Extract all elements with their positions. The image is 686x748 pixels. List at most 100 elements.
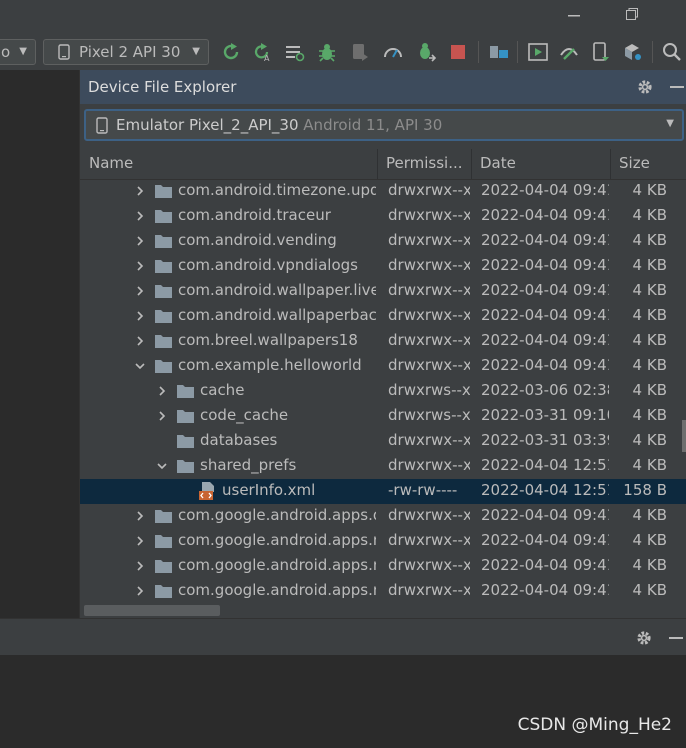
file-permissions: drwxrwx--x bbox=[388, 581, 470, 599]
gear-icon[interactable] bbox=[635, 77, 655, 97]
horizontal-scrollbar-thumb[interactable] bbox=[84, 605, 220, 616]
project-structure-icon[interactable] bbox=[488, 41, 510, 63]
profiler-icon[interactable] bbox=[382, 41, 404, 63]
table-row[interactable]: databases drwxrwx--x 2022-03-31 03:39 4 KB bbox=[80, 429, 686, 454]
restore-icon[interactable] bbox=[620, 6, 644, 26]
file-name: com.google.android.apps.n bbox=[178, 531, 376, 549]
file-permissions: drwxrwx--x bbox=[388, 556, 470, 574]
device-combo-label: Pixel 2 API 30 bbox=[79, 43, 181, 61]
device-manager-icon[interactable] bbox=[621, 41, 643, 63]
hide-panel-icon[interactable] bbox=[670, 86, 684, 88]
file-name: com.google.android.apps.n bbox=[178, 556, 376, 574]
file-permissions: drwxrwx--x bbox=[388, 281, 470, 299]
file-name: userInfo.xml bbox=[222, 481, 316, 499]
file-name: com.android.wallpaperback bbox=[178, 306, 376, 324]
table-row[interactable]: code_cache drwxrws--x 2022-03-31 09:10 4 KB bbox=[80, 404, 686, 429]
column-divider[interactable] bbox=[471, 149, 472, 179]
table-row[interactable]: com.android.vpndialogs drwxrwx--x 2022-04-… bbox=[80, 254, 686, 279]
file-date: 2022-04-04 09:41 bbox=[481, 231, 609, 249]
table-row[interactable]: cache drwxrws--x 2022-03-06 02:38 4 KB bbox=[80, 379, 686, 404]
window-titlebar bbox=[0, 0, 686, 33]
file-size: 4 KB bbox=[632, 531, 667, 549]
gear-icon[interactable] bbox=[634, 628, 654, 648]
sdk-manager-icon[interactable] bbox=[558, 41, 580, 63]
column-header-name[interactable]: Name bbox=[89, 154, 133, 172]
chevron-down-icon: ▼ bbox=[19, 46, 27, 57]
table-row[interactable]: shared_prefs drwxrwx--x 2022-04-04 12:51 4 … bbox=[80, 454, 686, 479]
table-row[interactable]: com.google.android.apps.n drwxrwx--x 2022-… bbox=[80, 579, 686, 603]
phone-icon bbox=[58, 44, 70, 60]
table-row[interactable]: com.android.vending drwxrwx--x 2022-04-04 … bbox=[80, 229, 686, 254]
bottom-panel-header bbox=[0, 618, 686, 656]
table-row[interactable]: com.breel.wallpapers18 drwxrwx--x 2022-04-… bbox=[80, 329, 686, 354]
chevron-right-icon[interactable] bbox=[133, 559, 147, 573]
hide-panel-icon[interactable] bbox=[669, 637, 683, 639]
chevron-right-icon[interactable] bbox=[133, 184, 147, 198]
minimize-icon[interactable] bbox=[562, 6, 586, 26]
debug-icon[interactable] bbox=[316, 41, 338, 63]
search-icon[interactable] bbox=[661, 41, 683, 63]
horizontal-scrollbar[interactable] bbox=[80, 603, 686, 618]
chevron-right-icon[interactable] bbox=[133, 259, 147, 273]
panel-header: Device File Explorer bbox=[80, 70, 686, 104]
table-row[interactable]: com.android.timezone.upda drwxrwx--x 2022-… bbox=[80, 179, 686, 204]
avd-manager-icon[interactable] bbox=[590, 41, 612, 63]
sync-icon[interactable] bbox=[283, 41, 305, 63]
stop-icon[interactable] bbox=[447, 41, 469, 63]
chevron-down-icon: ▼ bbox=[666, 118, 674, 129]
device-selector[interactable]: Emulator Pixel_2_API_30 Android 11, API … bbox=[84, 109, 684, 141]
chevron-right-icon[interactable] bbox=[133, 234, 147, 248]
xml-file-icon bbox=[199, 482, 214, 500]
table-row[interactable]: com.google.android.apps.n drwxrwx--x 2022-… bbox=[80, 529, 686, 554]
folder-icon bbox=[155, 535, 172, 548]
chevron-right-icon[interactable] bbox=[133, 309, 147, 323]
table-row[interactable]: userInfo.xml -rw-rw---- 2022-04-04 12:51 15… bbox=[80, 479, 686, 504]
device-combo[interactable]: Pixel 2 API 30 ▼ bbox=[43, 39, 209, 65]
table-row[interactable]: com.android.traceur drwxrwx--x 2022-04-04 … bbox=[80, 204, 686, 229]
folder-icon bbox=[155, 210, 172, 223]
file-permissions: -rw-rw---- bbox=[388, 481, 458, 499]
column-divider[interactable] bbox=[377, 149, 378, 179]
chevron-right-icon[interactable] bbox=[155, 384, 169, 398]
table-row[interactable]: com.android.wallpaperback drwxrwx--x 2022-… bbox=[80, 304, 686, 329]
vertical-scrollbar-thumb[interactable] bbox=[682, 420, 686, 452]
column-divider[interactable] bbox=[610, 149, 611, 179]
file-permissions: drwxrwx--x bbox=[388, 331, 470, 349]
chevron-right-icon[interactable] bbox=[133, 584, 147, 598]
toolbar-separator bbox=[652, 41, 653, 63]
chevron-right-icon[interactable] bbox=[155, 409, 169, 423]
apply-changes-icon[interactable]: A bbox=[251, 41, 273, 63]
chevron-right-icon[interactable] bbox=[133, 509, 147, 523]
column-header-size[interactable]: Size bbox=[619, 154, 650, 172]
run-config-combo[interactable]: o ▼ bbox=[0, 39, 36, 65]
file-name: com.android.vpndialogs bbox=[178, 256, 358, 274]
chevron-right-icon[interactable] bbox=[133, 284, 147, 298]
column-header-permissions[interactable]: Permissi... bbox=[386, 154, 463, 172]
phone-icon bbox=[96, 117, 108, 134]
column-header-date[interactable]: Date bbox=[480, 154, 516, 172]
file-name: com.android.wallpaper.livep bbox=[178, 281, 376, 299]
file-permissions: drwxrws--x bbox=[388, 381, 470, 399]
chevron-right-icon[interactable] bbox=[133, 534, 147, 548]
main-toolbar: o ▼ Pixel 2 API 30 ▼ A bbox=[0, 33, 686, 70]
file-name: com.android.timezone.upda bbox=[178, 181, 376, 199]
file-permissions: drwxrwx--x bbox=[388, 356, 470, 374]
folder-icon bbox=[155, 560, 172, 573]
rerun-icon[interactable] bbox=[220, 41, 242, 63]
table-row[interactable]: com.google.android.apps.n drwxrwx--x 2022-… bbox=[80, 554, 686, 579]
chevron-right-icon[interactable] bbox=[133, 334, 147, 348]
chevron-down-icon[interactable] bbox=[133, 359, 147, 373]
file-name: databases bbox=[200, 431, 278, 449]
chevron-down-icon[interactable] bbox=[155, 459, 169, 473]
table-row[interactable]: com.google.android.apps.d drwxrwx--x 2022-… bbox=[80, 504, 686, 529]
attach-debugger-icon[interactable] bbox=[349, 41, 371, 63]
table-row[interactable]: com.example.helloworld drwxrwx--x 2022-04-… bbox=[80, 354, 686, 379]
apply-code-changes-icon[interactable] bbox=[415, 41, 437, 63]
run-window-icon[interactable] bbox=[527, 41, 549, 63]
folder-icon bbox=[155, 235, 172, 248]
chevron-right-icon[interactable] bbox=[133, 209, 147, 223]
file-size: 4 KB bbox=[632, 381, 667, 399]
file-permissions: drwxrwx--x bbox=[388, 181, 470, 199]
table-row[interactable]: com.android.wallpaper.livep drwxrwx--x 202… bbox=[80, 279, 686, 304]
file-name: com.breel.wallpapers18 bbox=[178, 331, 358, 349]
